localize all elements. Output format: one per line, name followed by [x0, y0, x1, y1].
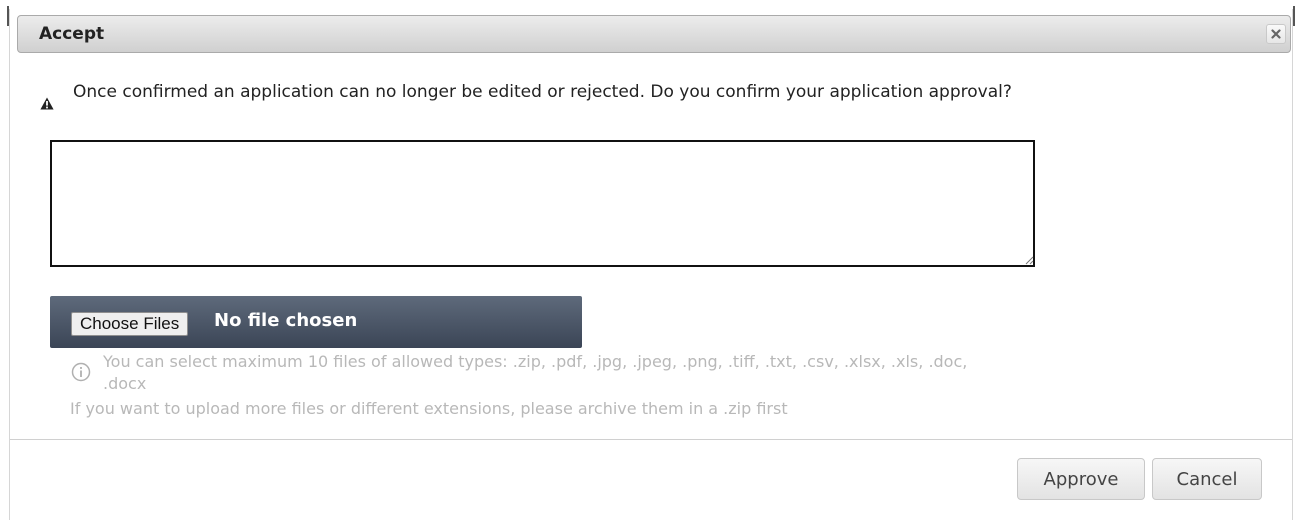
page: Accept Once confirmed an application can… — [0, 0, 1301, 520]
warning-text: Once confirmed an application can no lon… — [73, 82, 1012, 102]
titlebar-background: Accept — [17, 15, 1291, 53]
background-edge — [1293, 6, 1295, 26]
comment-textarea[interactable] — [50, 140, 1035, 267]
file-status: No file chosen — [214, 310, 358, 331]
resize-grip-icon[interactable] — [1024, 255, 1034, 265]
upload-hint-line2: .docx — [103, 374, 147, 393]
warning-triangle-icon — [40, 97, 54, 110]
accept-dialog: Accept Once confirmed an application can… — [9, 9, 1293, 520]
upload-hint-line3: If you want to upload more files or diff… — [70, 399, 788, 418]
upload-hint-line1: You can select maximum 10 files of allow… — [103, 352, 968, 371]
footer-divider — [10, 439, 1292, 440]
cancel-button[interactable]: Cancel — [1152, 458, 1262, 500]
warning-message: Once confirmed an application can no lon… — [40, 75, 1280, 115]
dialog-title: Accept — [39, 24, 105, 44]
file-upload-bar: Choose Files No file chosen — [50, 296, 582, 348]
close-button[interactable] — [1266, 24, 1286, 44]
close-icon — [1271, 29, 1281, 39]
approve-button[interactable]: Approve — [1017, 458, 1145, 500]
choose-files-button[interactable]: Choose Files — [71, 312, 189, 336]
info-icon — [71, 362, 91, 382]
